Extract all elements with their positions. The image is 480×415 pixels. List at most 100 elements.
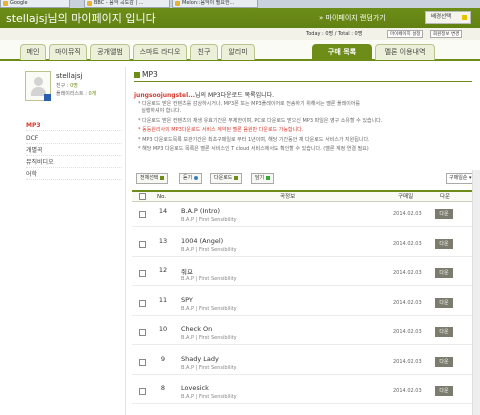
album-name[interactable]: First Sensibility [199, 247, 237, 253]
col-song-info: 곡정보 [280, 194, 296, 200]
row-checkbox[interactable] [139, 299, 146, 307]
tab-smart-radio[interactable]: 스마트 라디오 [133, 44, 187, 60]
table-row[interactable]: 13 1004 (Angel) B.A.P | First Sensibility 2… [132, 234, 477, 257]
song-title[interactable]: SPY [181, 296, 193, 304]
row-checkbox[interactable] [139, 270, 146, 277]
artist-name[interactable]: B.A.P [181, 306, 194, 312]
browser-tab-melon[interactable]: Melon::음악이 필요한... [172, 0, 258, 8]
tab-mymusic[interactable]: 마이뮤직 [49, 44, 87, 60]
row-checkbox[interactable] [139, 211, 146, 218]
artist-name[interactable]: B.A.P [181, 394, 194, 400]
sidebar-item-single-track[interactable]: 개별곡 [26, 145, 122, 156]
album-name[interactable]: First Sensibility [199, 365, 237, 371]
download-row-button[interactable]: 다운 [435, 297, 453, 308]
main-content: MP3 jungsoojungstel...님의 MP3다운로드 목록입니다. … [132, 67, 480, 415]
artist-name[interactable]: B.A.P [181, 365, 194, 371]
member-info-button[interactable]: 회원정보 변경 [430, 30, 463, 38]
playlist-count[interactable]: 플레이리스트 : 0개 [56, 90, 96, 97]
purchase-date: 2014.02.03 [393, 270, 422, 276]
tab-notifier[interactable]: 알리미 [221, 44, 255, 60]
download-button[interactable]: 다운로드 [210, 173, 243, 184]
album-name[interactable]: First Sensibility [199, 217, 237, 223]
notice-line: * MP3 다운로드목록 보관기간은 최초구매일로 부터 1년이며, 해당 기간… [138, 137, 370, 143]
notice-line: * 해당 MP3 다운로드 목록은 멜론 서비스인 T cloud 서비스에서도… [138, 146, 369, 152]
row-checkbox[interactable] [139, 329, 146, 336]
tab-usage-history[interactable]: 멜론 이용내역 [375, 44, 435, 60]
notice-line-highlight: * 동등원리사의 MP3다운로드 서비스 계약된 멜론 음원만 다운로드 가능합… [138, 127, 304, 133]
scrollbar[interactable] [472, 170, 480, 415]
artist-name[interactable]: B.A.P [181, 335, 194, 341]
table-row[interactable]: 14 B.A.P (Intro) B.A.P | First Sensibility… [132, 204, 477, 227]
song-title[interactable]: Check On [181, 325, 212, 333]
download-row-button[interactable]: 다운 [435, 386, 453, 396]
table-row[interactable]: 11 SPY B.A.P | First Sensibility 2014.02.03… [132, 293, 477, 316]
song-title[interactable]: B.A.P (Intro) [181, 207, 220, 215]
tab-main[interactable]: 메인 [20, 44, 46, 60]
album-name[interactable]: First Sensibility [199, 335, 237, 341]
sidebar-item-dcf[interactable]: DCF [26, 133, 122, 144]
sidebar-item-music-video[interactable]: 뮤직비디오 [26, 157, 122, 168]
song-meta: B.A.P | First Sensibility [181, 246, 237, 253]
main-nav: 메인 마이뮤직 공개앨범 스마트 라디오 친구 알리미 구매 목록 멜론 이용내… [0, 40, 480, 61]
sort-select[interactable]: 구매일순 ▾ [446, 173, 475, 184]
table-row[interactable]: 12 줘요 B.A.P | First Sensibility 2014.02.03 다… [132, 263, 477, 286]
row-number: 12 [158, 266, 168, 274]
download-row-button[interactable]: 다운 [435, 268, 453, 278]
user-head-icon [34, 77, 43, 86]
purchase-date: 2014.02.03 [393, 299, 422, 306]
artist-name[interactable]: B.A.P [181, 217, 194, 223]
song-title[interactable]: Lovesick [181, 384, 209, 392]
row-checkbox[interactable] [139, 358, 146, 366]
table-row[interactable]: 9 Shady Lady B.A.P | First Sensibility 2014… [132, 352, 477, 375]
song-title[interactable]: 1004 (Angel) [181, 237, 223, 245]
browser-tab-google[interactable]: Google [0, 0, 70, 8]
browser-tab-strip: Google BBC - 음악 곡도감 | ... Melon::음악이 필요한… [0, 0, 480, 8]
row-number: 14 [158, 207, 168, 215]
album-name[interactable]: First Sensibility [199, 276, 237, 282]
row-number: 10 [158, 325, 168, 333]
song-title[interactable]: Shady Lady [181, 355, 219, 363]
download-row-button[interactable]: 다운 [435, 209, 453, 219]
tab-purchase-list[interactable]: 구매 목록 [312, 44, 372, 60]
visit-count: Today : 0명 / Total : 0명 [306, 31, 363, 37]
background-select[interactable]: 배경선택 [425, 11, 471, 24]
page-title: stellajsj님의 마이페이지 입니다 [6, 12, 156, 25]
download-row-button[interactable]: 다운 [435, 327, 453, 337]
section-marker-icon [134, 72, 140, 78]
album-name[interactable]: First Sensibility [199, 394, 237, 400]
table-row[interactable]: 10 Check On B.A.P | First Sensibility 2014.… [132, 322, 477, 345]
tab-friends[interactable]: 친구 [190, 44, 218, 60]
song-title[interactable]: 줘요 [181, 266, 193, 276]
mypage-settings-button[interactable]: 마이페이지 설정 [387, 30, 424, 38]
table-row[interactable]: 7Bang X2B.A.P | First Sensibility2014.02… [132, 411, 477, 415]
favicon-icon [175, 1, 180, 6]
row-checkbox[interactable] [139, 240, 146, 248]
browser-tab-bbc[interactable]: BBC - 음악 곡도감 | ... [84, 0, 170, 8]
row-number: 11 [158, 295, 168, 304]
add-button[interactable]: 담기 [251, 173, 275, 184]
row-checkbox[interactable] [139, 388, 146, 395]
sidebar-item-mp3[interactable]: MP3 [26, 120, 122, 131]
sidebar-item-language[interactable]: 어학 [26, 169, 122, 180]
tab-public-album[interactable]: 공개앨범 [90, 44, 130, 60]
row-number: 9 [160, 354, 166, 363]
artist-name[interactable]: B.A.P [181, 247, 194, 253]
song-meta: B.A.P | First Sensibility [181, 217, 237, 223]
album-name[interactable]: First Sensibility [199, 306, 237, 312]
table-row[interactable]: 8 Lovesick B.A.P | First Sensibility 2014.0… [132, 381, 477, 404]
artist-name[interactable]: B.A.P [181, 276, 194, 282]
download-row-button[interactable]: 다운 [435, 238, 453, 249]
purchase-date: 2014.02.03 [393, 329, 422, 335]
row-number: 8 [160, 384, 166, 392]
listen-button[interactable]: 듣기 [179, 173, 203, 184]
favicon-icon [87, 1, 92, 6]
random-mypage-link[interactable]: » 마이페이지 랜덤가기 [319, 13, 386, 23]
select-all-button[interactable]: 전체선택 [136, 173, 169, 184]
purchase-date: 2014.02.03 [393, 211, 422, 217]
header-checkbox[interactable] [139, 193, 146, 200]
purchase-date: 2014.02.03 [393, 240, 422, 247]
purchase-date: 2014.02.03 [393, 358, 422, 365]
friends-count[interactable]: 친구 : 0명 [56, 82, 78, 89]
download-row-button[interactable]: 다운 [435, 356, 453, 367]
avatar[interactable] [25, 71, 51, 101]
